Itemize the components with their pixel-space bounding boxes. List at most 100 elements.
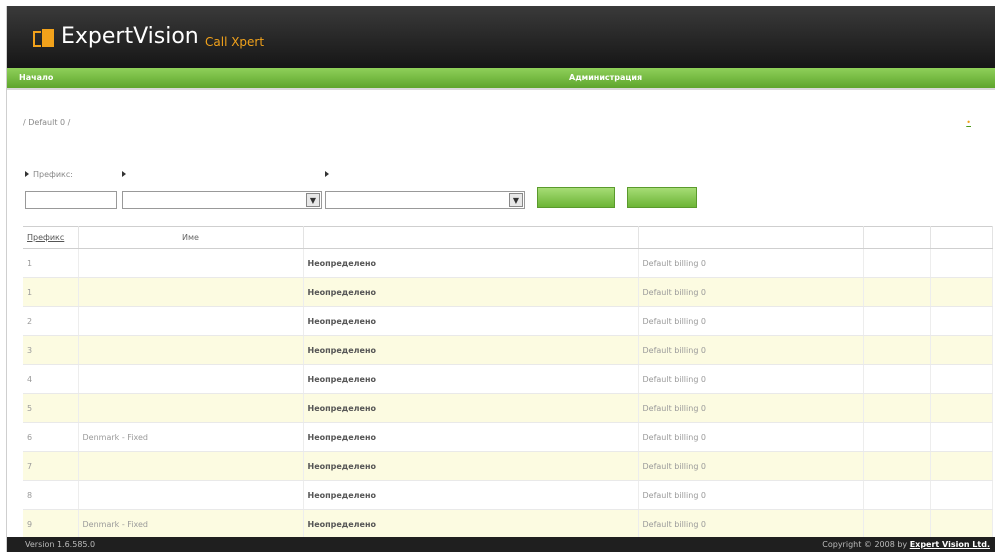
cell-prefix: 3 bbox=[23, 335, 79, 365]
cell-prefix: 6 bbox=[23, 422, 79, 452]
cell-name bbox=[78, 393, 304, 423]
cell-type: Неопределено bbox=[303, 393, 639, 423]
table-row: 4 Неопределено Default billing 0 bbox=[23, 364, 993, 394]
cell-type: Неопределено bbox=[303, 451, 639, 481]
clear-button[interactable] bbox=[627, 187, 697, 208]
cell-prefix: 1 bbox=[23, 248, 79, 278]
group-select[interactable]: ▼ bbox=[325, 191, 525, 209]
cell-group: Default billing 0 bbox=[638, 480, 864, 510]
table-row: 1 Неопределено Default billing 0 bbox=[23, 248, 993, 278]
cell-edit bbox=[863, 509, 931, 539]
cell-edit bbox=[863, 480, 931, 510]
table-row: 7 Неопределено Default billing 0 bbox=[23, 451, 993, 481]
type-select[interactable]: ▼ bbox=[122, 191, 322, 209]
cell-edit bbox=[863, 422, 931, 452]
nav-item-admin[interactable]: Администрация bbox=[569, 73, 642, 82]
cell-group: Default billing 0 bbox=[638, 393, 864, 423]
prefix-input[interactable] bbox=[25, 191, 117, 209]
cell-prefix: 9 bbox=[23, 509, 79, 539]
cell-group: Default billing 0 bbox=[638, 364, 864, 394]
cell-edit bbox=[863, 335, 931, 365]
cell-prefix: 5 bbox=[23, 393, 79, 423]
cell-delete bbox=[930, 364, 993, 394]
cell-group: Default billing 0 bbox=[638, 277, 864, 307]
table-row: 3 Неопределено Default billing 0 bbox=[23, 335, 993, 365]
cell-type: Неопределено bbox=[303, 248, 639, 278]
cell-type: Неопределено bbox=[303, 306, 639, 336]
cell-prefix: 2 bbox=[23, 306, 79, 336]
arrow-icon bbox=[325, 171, 329, 177]
column-header-group bbox=[638, 226, 864, 249]
header-bar: ExpertVision Call Xpert bbox=[7, 6, 995, 68]
cell-name bbox=[78, 451, 304, 481]
cell-type: Неопределено bbox=[303, 422, 639, 452]
cell-type: Неопределено bbox=[303, 277, 639, 307]
version-label: Version 1.6.585.0 bbox=[25, 540, 96, 549]
main-nav: Начало Администрация bbox=[7, 68, 995, 90]
table-row: 1 Неопределено Default billing 0 bbox=[23, 277, 993, 307]
cell-name bbox=[78, 277, 304, 307]
cell-type: Неопределено bbox=[303, 509, 639, 539]
brand-title: ExpertVision bbox=[61, 24, 199, 49]
column-header-actions-2 bbox=[930, 226, 993, 249]
cell-group: Default billing 0 bbox=[638, 248, 864, 278]
breadcrumb: / Default 0 / bbox=[23, 118, 70, 127]
cell-type: Неопределено bbox=[303, 364, 639, 394]
cell-type: Неопределено bbox=[303, 480, 639, 510]
cell-group: Default billing 0 bbox=[638, 306, 864, 336]
table-row: 2 Неопределено Default billing 0 bbox=[23, 306, 993, 336]
cell-delete bbox=[930, 480, 993, 510]
cell-prefix: 7 bbox=[23, 451, 79, 481]
filter-label-type bbox=[122, 170, 130, 179]
dropdown-arrow-icon[interactable]: ▼ bbox=[306, 193, 320, 207]
cell-name bbox=[78, 335, 304, 365]
cell-delete bbox=[930, 509, 993, 539]
app-window: ExpertVision Call Xpert Начало Администр… bbox=[6, 6, 995, 552]
arrow-icon bbox=[122, 171, 126, 177]
cell-edit bbox=[863, 451, 931, 481]
copyright: Copyright © 2008 by Expert Vision Ltd. bbox=[822, 540, 990, 549]
cell-type: Неопределено bbox=[303, 335, 639, 365]
column-header-actions-1 bbox=[863, 226, 931, 249]
cell-name: Denmark - Fixed bbox=[78, 422, 304, 452]
table-row: 9 Denmark - Fixed Неопределено Default bill… bbox=[23, 509, 993, 539]
cell-group: Default billing 0 bbox=[638, 451, 864, 481]
column-header-prefix[interactable]: Префикс bbox=[23, 226, 79, 249]
cell-edit bbox=[863, 364, 931, 394]
cell-edit bbox=[863, 306, 931, 336]
footer: Version 1.6.585.0 Copyright © 2008 by Ex… bbox=[7, 537, 995, 552]
cell-delete bbox=[930, 335, 993, 365]
cell-group: Default billing 0 bbox=[638, 422, 864, 452]
cell-delete bbox=[930, 306, 993, 336]
brand-subtitle: Call Xpert bbox=[205, 35, 265, 49]
search-button[interactable] bbox=[537, 187, 615, 208]
arrow-icon bbox=[25, 171, 29, 177]
cell-prefix: 8 bbox=[23, 480, 79, 510]
dropdown-arrow-icon[interactable]: ▼ bbox=[509, 193, 523, 207]
add-link[interactable]: • bbox=[966, 118, 975, 127]
cell-edit bbox=[863, 248, 931, 278]
cell-edit bbox=[863, 393, 931, 423]
logo-icon bbox=[33, 27, 55, 49]
nav-item-home[interactable]: Начало bbox=[19, 73, 53, 82]
column-header-name: Име bbox=[78, 226, 304, 249]
company-link[interactable]: Expert Vision Ltd. bbox=[910, 540, 990, 549]
cell-delete bbox=[930, 422, 993, 452]
column-header-type bbox=[303, 226, 639, 249]
table-row: 6 Denmark - Fixed Неопределено Default bill… bbox=[23, 422, 993, 452]
cell-name: Denmark - Fixed bbox=[78, 509, 304, 539]
bullet-icon: • bbox=[966, 118, 971, 127]
cell-name bbox=[78, 480, 304, 510]
filter-label-group bbox=[325, 170, 333, 179]
cell-delete bbox=[930, 393, 993, 423]
cell-name bbox=[78, 364, 304, 394]
cell-delete bbox=[930, 248, 993, 278]
cell-delete bbox=[930, 451, 993, 481]
table-header-row: Префикс Име bbox=[23, 226, 993, 249]
table-row: 8 Неопределено Default billing 0 bbox=[23, 480, 993, 510]
filter-label-prefix: Префикс: bbox=[25, 170, 73, 179]
cell-group: Default billing 0 bbox=[638, 335, 864, 365]
cell-edit bbox=[863, 277, 931, 307]
cell-name bbox=[78, 306, 304, 336]
breadcrumb-trail: / Default 0 / bbox=[23, 118, 71, 127]
